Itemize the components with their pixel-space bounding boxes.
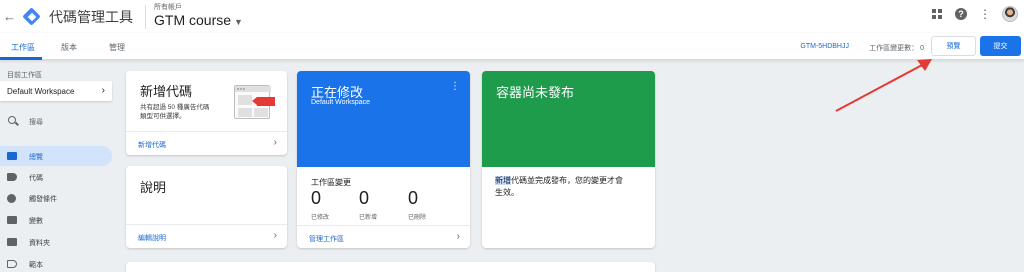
- preview-button[interactable]: 預覽: [931, 36, 976, 56]
- apps-grid-icon[interactable]: [930, 7, 944, 21]
- unpublished-card: 容器尚未發布 新增代碼並完成發布，您的變更才會 生效。: [482, 71, 655, 248]
- search-icon: [8, 116, 16, 124]
- tab-bar: 工作區 版本 管理 GTM-5HDBHJJ 工作區變更數： 0: [0, 33, 1024, 60]
- workspace-name: Default Workspace: [7, 87, 75, 96]
- sidebar-item-folders[interactable]: 資料夾: [0, 232, 112, 252]
- now-editing-card: 正在修改 Default Workspace ⋮ 工作區變更 0 已修改 0 已…: [297, 71, 470, 248]
- variable-icon: [7, 216, 17, 224]
- card-divider: [126, 224, 287, 225]
- new-tag-link[interactable]: 新增代碼: [138, 140, 166, 150]
- new-tag-title: 新增代碼: [140, 84, 193, 99]
- new-tag-desc-2: 類型可供選擇。: [140, 113, 186, 120]
- unpublished-message: 新增代碼並完成發布，您的變更才會 生效。: [495, 175, 623, 199]
- tab-versions[interactable]: 版本: [61, 42, 77, 53]
- more-vert-icon[interactable]: ⋮: [450, 81, 460, 92]
- container-id-link[interactable]: GTM-5HDBHJJ: [800, 43, 849, 50]
- new-tag-card: 新增代碼 共有超過 50 種廣告代碼 類型可供選擇。 新增代碼 ›: [126, 71, 287, 155]
- selected-text: 新增: [495, 176, 511, 185]
- workspace-selector[interactable]: Default Workspace ›: [0, 81, 112, 101]
- tag-icon: [7, 173, 17, 181]
- chevron-right-icon[interactable]: ›: [274, 137, 277, 148]
- trigger-icon: [7, 194, 16, 203]
- help-icon[interactable]: ?: [954, 7, 968, 21]
- top-header: ← 代碼管理工具 所有帳戶 GTM course ▼ ? ⋮: [0, 0, 1024, 33]
- sidebar-item-label: 觸發條件: [29, 196, 57, 203]
- sidebar-item-tags[interactable]: 代碼: [0, 167, 112, 187]
- header-divider: [145, 4, 146, 29]
- sidebar-item-variables[interactable]: 變數: [0, 210, 112, 230]
- modified-count: 0: [311, 188, 322, 208]
- sidebar-item-label: 總覽: [29, 154, 43, 161]
- more-vert-icon[interactable]: ⋮: [978, 7, 992, 21]
- workspace-changes-title: 工作區變更: [311, 178, 351, 187]
- message-line-1: 代碼並完成發布，您的變更才會: [511, 176, 623, 185]
- added-count: 0: [359, 188, 370, 208]
- unpublished-title: 容器尚未發布: [496, 85, 575, 100]
- sidebar-item-triggers[interactable]: 觸發條件: [0, 188, 112, 208]
- tab-workspace[interactable]: 工作區: [11, 42, 35, 53]
- workspace-changes-count: 工作區變更數： 0: [869, 45, 924, 52]
- chevron-right-icon[interactable]: ›: [274, 230, 277, 241]
- app-title: 代碼管理工具: [49, 8, 133, 25]
- sidebar-item-templates[interactable]: 範本: [0, 254, 112, 272]
- description-card: 說明 編輯說明 ›: [126, 166, 287, 248]
- manage-workspaces-link[interactable]: 管理工作區: [309, 234, 344, 244]
- sidebar-item-label: 變數: [29, 218, 43, 225]
- sidebar-item-overview[interactable]: 總覽: [0, 146, 112, 166]
- folder-icon: [7, 238, 17, 246]
- current-workspace-label: 目前工作區: [7, 72, 42, 79]
- chevron-right-icon[interactable]: ›: [457, 231, 460, 242]
- tag-illustration-icon: [234, 85, 280, 121]
- message-line-2: 生效。: [495, 188, 519, 197]
- tab-admin[interactable]: 管理: [109, 42, 125, 53]
- sidebar-search[interactable]: 搜尋: [0, 112, 112, 130]
- submit-button[interactable]: 提交: [980, 36, 1021, 56]
- sidebar-item-label: 代碼: [29, 175, 43, 182]
- card-divider: [297, 225, 470, 226]
- sidebar-item-label: 資料夾: [29, 240, 50, 247]
- deleted-label: 已刪除: [408, 215, 427, 221]
- added-label: 已新增: [359, 215, 378, 221]
- edit-description-link[interactable]: 編輯說明: [138, 233, 166, 243]
- template-icon: [7, 260, 17, 268]
- gtm-logo: [22, 6, 41, 26]
- container-switcher[interactable]: 所有帳戶 GTM course ▼: [154, 3, 243, 31]
- chevron-right-icon: ›: [101, 85, 105, 96]
- description-title: 說明: [140, 180, 167, 195]
- account-label: 所有帳戶: [154, 3, 182, 11]
- back-arrow-icon[interactable]: ←: [3, 9, 17, 24]
- card-divider: [126, 131, 287, 132]
- sidebar-item-label: 範本: [29, 262, 43, 269]
- bottom-card: [126, 262, 655, 272]
- container-name: GTM course: [154, 11, 232, 28]
- editing-workspace: Default Workspace: [311, 99, 371, 106]
- caret-down-icon: ▼: [234, 16, 243, 27]
- search-placeholder: 搜尋: [29, 119, 43, 126]
- avatar[interactable]: [1002, 6, 1018, 22]
- sidebar: 目前工作區 Default Workspace › 搜尋 總覽 代碼 觸發條件 …: [0, 60, 118, 272]
- container-select[interactable]: GTM course ▼: [154, 12, 243, 31]
- deleted-count: 0: [408, 188, 419, 208]
- overview-icon: [7, 152, 17, 160]
- modified-label: 已修改: [311, 215, 330, 221]
